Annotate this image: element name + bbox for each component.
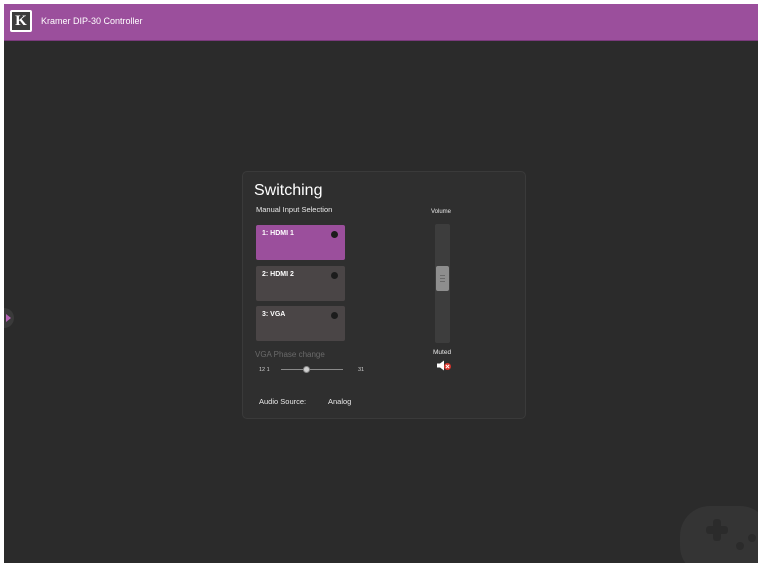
vga-phase-label: VGA Phase change	[255, 350, 325, 359]
vga-phase-value: 12 1	[259, 367, 270, 373]
input-status-dot	[331, 312, 338, 319]
kramer-logo-icon: K	[10, 10, 32, 32]
app-frame: K Kramer DIP-30 Controller Switching Man…	[4, 4, 758, 563]
muted-status-label: Muted	[433, 349, 452, 356]
app-title: Kramer DIP-30 Controller	[41, 16, 143, 26]
input-button-hdmi-1[interactable]: 1: HDMI 1	[256, 225, 345, 260]
volume-slider-thumb[interactable]	[436, 266, 449, 291]
input-button-label: 1: HDMI 1	[262, 230, 294, 237]
gamepad-watermark-icon	[680, 506, 758, 563]
panel-title: Switching	[254, 182, 323, 199]
volume-label: Volume	[431, 209, 452, 215]
audio-source-value: Analog	[328, 397, 352, 406]
input-button-label: 3: VGA	[262, 311, 286, 318]
switching-panel: Switching Manual Input Selection 1: HDMI…	[242, 171, 526, 419]
volume-slider-track[interactable]	[435, 224, 450, 343]
input-status-dot	[331, 231, 338, 238]
vga-phase-slider-knob[interactable]	[303, 366, 310, 373]
vga-phase-slider-track[interactable]	[281, 369, 343, 370]
input-button-label: 2: HDMI 2	[262, 271, 294, 278]
input-button-vga[interactable]: 3: VGA	[256, 306, 345, 341]
audio-source-label: Audio Source:	[259, 397, 307, 406]
manual-input-selection-label: Manual Input Selection	[256, 205, 333, 214]
top-bar: K Kramer DIP-30 Controller	[4, 4, 758, 41]
side-panel-toggle[interactable]	[4, 308, 14, 328]
speaker-muted-icon[interactable]	[437, 360, 451, 371]
input-button-hdmi-2[interactable]: 2: HDMI 2	[256, 266, 345, 301]
vga-phase-max: 31	[358, 367, 365, 373]
expand-arrow-icon	[6, 314, 11, 322]
input-status-dot	[331, 272, 338, 279]
